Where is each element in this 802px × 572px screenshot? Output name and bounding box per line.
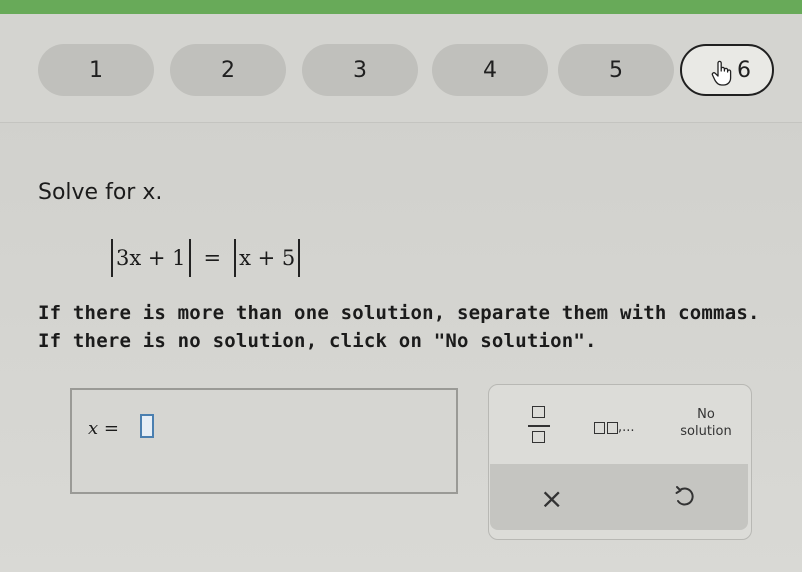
fraction-bar-icon bbox=[528, 425, 550, 427]
instruction-no-solution: If there is no solution, click on "No so… bbox=[38, 330, 597, 352]
fraction-button[interactable] bbox=[528, 404, 550, 448]
abs-bar-left-close bbox=[188, 239, 191, 277]
clear-button[interactable]: × bbox=[540, 482, 563, 515]
progress-divider bbox=[0, 122, 802, 123]
equation: 3x + 1 = x + 5 bbox=[108, 238, 303, 278]
step-1-button[interactable]: 1 bbox=[38, 44, 154, 96]
fraction-denominator-icon bbox=[532, 431, 545, 443]
top-status-bar bbox=[0, 0, 802, 14]
action-row bbox=[490, 464, 748, 530]
equation-lhs: 3x + 1 bbox=[116, 246, 186, 270]
answer-box[interactable] bbox=[70, 388, 458, 494]
step-4-button[interactable]: 4 bbox=[432, 44, 548, 96]
step-5-button[interactable]: 5 bbox=[558, 44, 674, 96]
step-3-button[interactable]: 3 bbox=[302, 44, 418, 96]
list-button-label: ,... bbox=[618, 420, 635, 435]
abs-bar-left-open bbox=[111, 239, 113, 277]
instruction-multiple-solutions: If there is more than one solution, sepa… bbox=[38, 302, 760, 324]
step-6-label: 6 bbox=[737, 57, 751, 83]
answer-input[interactable] bbox=[140, 414, 154, 438]
step-2-button[interactable]: 2 bbox=[170, 44, 286, 96]
undo-icon[interactable] bbox=[672, 484, 696, 508]
answer-variable-label: x = bbox=[88, 418, 119, 439]
equation-rhs: x + 5 bbox=[239, 246, 296, 270]
hand-pointer-icon bbox=[711, 60, 732, 86]
question-prompt: Solve for x. bbox=[38, 180, 163, 205]
no-solution-button[interactable]: No solution bbox=[668, 406, 744, 440]
abs-bar-right-open bbox=[234, 239, 237, 277]
list-box-icon bbox=[594, 421, 605, 434]
no-solution-label-line2: solution bbox=[680, 424, 732, 439]
fraction-numerator-icon bbox=[532, 406, 545, 418]
solution-list-button[interactable]: ,... bbox=[594, 420, 635, 435]
abs-bar-right-close bbox=[298, 239, 301, 277]
equals-sign: = bbox=[203, 246, 222, 270]
list-box-icon bbox=[607, 421, 618, 434]
no-solution-label-line1: No bbox=[697, 407, 715, 422]
